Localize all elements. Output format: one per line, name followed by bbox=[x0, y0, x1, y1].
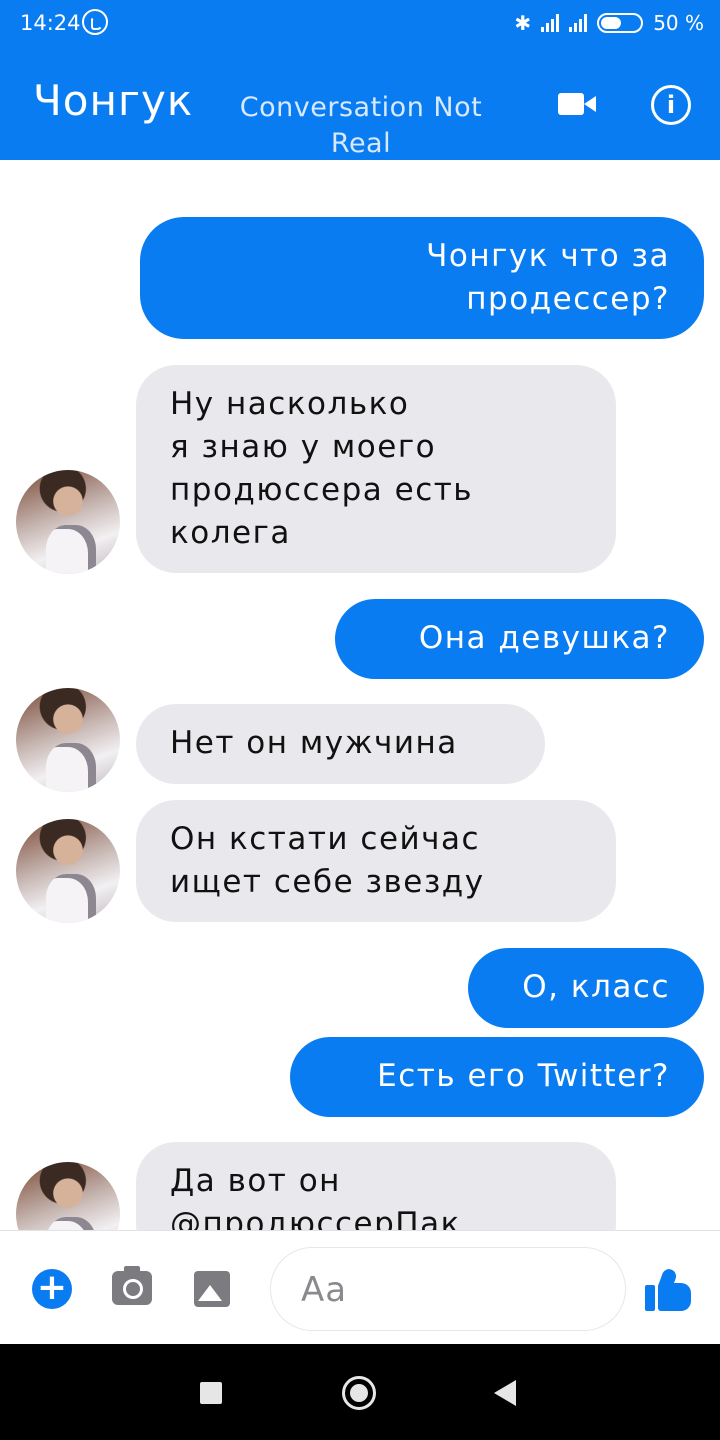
avatar[interactable] bbox=[16, 819, 120, 923]
plus-icon[interactable]: + bbox=[32, 1269, 72, 1309]
battery-icon bbox=[597, 13, 644, 33]
message-bubble-sent[interactable]: Есть его Twitter? bbox=[290, 1037, 704, 1117]
message-bubble-sent[interactable]: О, класс bbox=[468, 948, 704, 1028]
message-bubble-sent[interactable]: Чонгук что за продессер? bbox=[140, 217, 704, 339]
message-input[interactable]: Aa bbox=[270, 1247, 626, 1331]
status-bar: 14:24 ✱ 50 % bbox=[0, 0, 720, 50]
battery-percent: 50 % bbox=[653, 11, 704, 35]
message-input-placeholder: Aa bbox=[301, 1270, 348, 1310]
top-bar: 14:24 ✱ 50 % Чонгук Conversation Not Rea… bbox=[0, 0, 720, 160]
message-bubble-received[interactable]: Он кстати сейчас ищет себе звезду bbox=[136, 800, 616, 922]
home-icon[interactable] bbox=[342, 1376, 376, 1410]
status-time: 14:24 bbox=[20, 11, 81, 35]
message-bubble-received[interactable]: Ну насколько я знаю у моего продюссера е… bbox=[136, 365, 616, 573]
message-bubble-received[interactable]: Нет он мужчина bbox=[136, 704, 545, 784]
status-right: ✱ 50 % bbox=[514, 11, 704, 35]
message-composer: + Aa bbox=[0, 1230, 720, 1344]
message-bubble-sent[interactable]: Она девушка? bbox=[335, 599, 704, 679]
message-bubble-received[interactable]: Да вот он @продюссерПак bbox=[136, 1142, 616, 1230]
signal-icon bbox=[541, 14, 560, 32]
header-watermark: Conversation Not Real bbox=[239, 92, 483, 159]
signal-4g-icon bbox=[569, 14, 588, 32]
avatar[interactable] bbox=[16, 470, 120, 574]
like-icon[interactable] bbox=[645, 1267, 691, 1311]
recent-apps-icon[interactable] bbox=[200, 1382, 222, 1404]
video-call-icon[interactable] bbox=[558, 93, 596, 115]
avatar[interactable] bbox=[16, 1162, 120, 1230]
viber-notification-icon bbox=[82, 9, 108, 35]
camera-icon[interactable] bbox=[112, 1266, 152, 1305]
image-icon[interactable] bbox=[194, 1271, 230, 1307]
back-icon[interactable] bbox=[494, 1380, 516, 1406]
bluetooth-icon: ✱ bbox=[514, 11, 532, 35]
contact-name[interactable]: Чонгук bbox=[33, 80, 193, 122]
info-icon[interactable]: i bbox=[651, 85, 691, 125]
avatar[interactable] bbox=[16, 688, 120, 792]
android-nav-bar bbox=[0, 1344, 720, 1440]
message-list[interactable]: Чонгук что за продессер? Ну насколько я … bbox=[0, 160, 720, 1230]
